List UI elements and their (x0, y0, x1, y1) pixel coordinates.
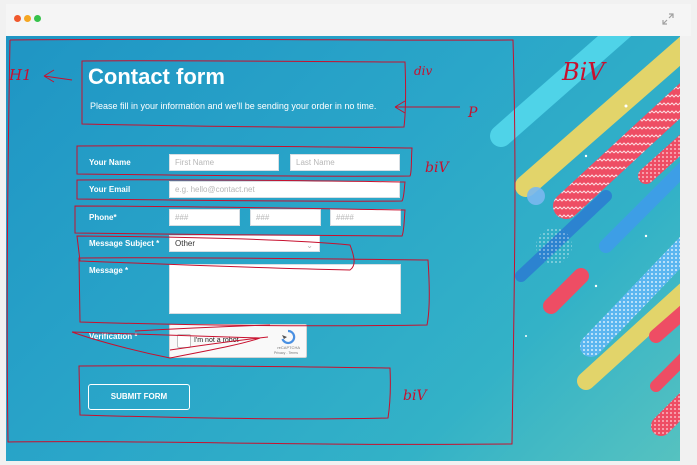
subject-select[interactable]: Other ⌄ (169, 235, 320, 252)
recaptcha-checkbox[interactable] (177, 334, 191, 348)
recaptcha-brand: reCAPTCHA (277, 345, 300, 350)
email-input[interactable]: e.g. hello@contact.net (169, 181, 400, 198)
last-name-input[interactable]: Last Name (290, 154, 400, 171)
phone-line-input[interactable]: #### (330, 209, 401, 226)
recaptcha-logo-icon (281, 329, 296, 345)
verification-label: Verification * (89, 332, 138, 341)
subject-selected-value: Other (175, 239, 196, 248)
email-label: Your Email (89, 185, 131, 194)
expand-arrows-icon (662, 13, 674, 25)
phone-area-input[interactable]: ### (169, 209, 240, 226)
page-title: Contact form (88, 64, 225, 89)
first-name-input[interactable]: First Name (169, 154, 279, 171)
name-label: Your Name (89, 158, 131, 167)
subject-label: Message Subject * (89, 239, 160, 248)
recaptcha-widget[interactable]: I'm not a robot reCAPTCHA Privacy - Term… (169, 324, 307, 358)
close-window-dot-icon[interactable] (14, 15, 21, 22)
chevron-down-icon: ⌄ (306, 241, 313, 250)
recaptcha-text: I'm not a robot (194, 337, 239, 344)
phone-prefix-input[interactable]: ### (250, 209, 321, 226)
message-textarea[interactable] (169, 264, 401, 314)
phone-label: Phone* (89, 213, 117, 222)
expand-icon[interactable] (661, 12, 675, 26)
contact-form-stage: Contact form Please fill in your informa… (6, 36, 680, 461)
minimize-window-dot-icon[interactable] (24, 15, 31, 22)
submit-form-button[interactable]: SUBMIT FORM (88, 384, 190, 410)
page-subtitle: Please fill in your information and we'l… (90, 101, 377, 111)
maximize-window-dot-icon[interactable] (34, 15, 41, 22)
browser-window: Contact form Please fill in your informa… (0, 0, 697, 465)
window-titlebar (6, 4, 691, 36)
message-label: Message * (89, 266, 129, 275)
recaptcha-terms[interactable]: Privacy - Terms (274, 351, 298, 355)
